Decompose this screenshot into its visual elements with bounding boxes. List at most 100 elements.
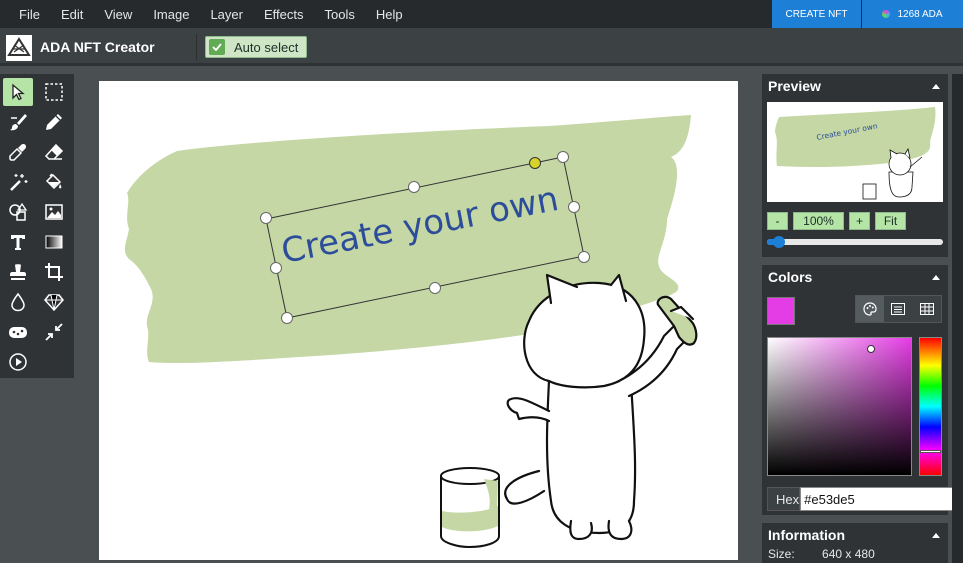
paint-can: [440, 467, 500, 549]
cat-illustration: [504, 273, 698, 541]
checkmark-icon: [209, 39, 225, 55]
sharpen-tool[interactable]: [39, 288, 69, 316]
pencil-tool[interactable]: [39, 108, 69, 136]
create-nft-button[interactable]: CREATE NFT: [772, 0, 861, 28]
information-panel: Information Size: 640 x 480: [762, 523, 948, 563]
menu-file[interactable]: File: [8, 7, 50, 22]
zoom-out-button[interactable]: -: [767, 212, 788, 230]
blur-tool[interactable]: [3, 288, 33, 316]
current-color-swatch[interactable]: [767, 297, 795, 325]
list-mode-button[interactable]: [884, 296, 912, 322]
menu-view[interactable]: View: [93, 7, 142, 22]
zoom-slider-track: [767, 239, 943, 245]
dashed-rect-icon: [45, 83, 63, 101]
attributes-bar: Auto select: [196, 34, 310, 60]
pick-color-tool[interactable]: [3, 138, 33, 166]
text-tool[interactable]: [3, 228, 33, 256]
right-sidebar: Preview Create your own - 100% + Fit Col…: [762, 74, 963, 563]
colors-body: Hex: [762, 289, 963, 517]
stamp-icon: [10, 264, 26, 280]
zoom-slider[interactable]: [767, 236, 943, 248]
shrink-arrows-icon: [45, 323, 63, 341]
size-label: Size:: [768, 547, 795, 561]
list-icon: [891, 303, 906, 315]
hue-slider-marker[interactable]: [920, 450, 941, 453]
color-mode-switcher: [855, 295, 942, 323]
hue-slider[interactable]: [919, 337, 942, 476]
preview-panel: Preview Create your own - 100% + Fit: [762, 74, 948, 257]
collapse-arrow-icon: [932, 274, 940, 280]
auto-select-label: Auto select: [234, 39, 299, 55]
preview-panel-header[interactable]: Preview: [762, 74, 948, 98]
erase-tool[interactable]: [39, 138, 69, 166]
palette-mode-button[interactable]: [856, 296, 885, 322]
menu-image[interactable]: Image: [142, 7, 199, 22]
app-logo-icon: [6, 35, 32, 61]
preview-thumbnail[interactable]: Create your own: [767, 102, 943, 202]
resize-handle[interactable]: [281, 312, 293, 324]
color-picker-cursor[interactable]: [867, 345, 875, 353]
brush-tool[interactable]: [3, 108, 33, 136]
ada-balance-button[interactable]: 1268 ADA: [862, 0, 963, 28]
grid-mode-button[interactable]: [913, 296, 941, 322]
main-menu: File Edit View Image Layer Effects Tools Help: [8, 0, 413, 28]
menu-layer[interactable]: Layer: [199, 7, 253, 22]
menu-bar: File Edit View Image Layer Effects Tools Help C…: [0, 0, 963, 28]
select-tool[interactable]: [3, 78, 33, 106]
hex-field: Hex: [767, 487, 963, 511]
eraser-icon: [44, 143, 64, 160]
magic-erase-tool[interactable]: [3, 168, 33, 196]
zoom-fit-button[interactable]: Fit: [875, 212, 906, 230]
shape-tool[interactable]: [3, 198, 33, 226]
menu-effects[interactable]: Effects: [253, 7, 314, 22]
auto-select-toggle[interactable]: Auto select: [205, 36, 308, 58]
collapse-arrow-icon: [932, 83, 940, 89]
information-title: Information: [768, 527, 845, 543]
clone-tool[interactable]: [3, 258, 33, 286]
menu-tools[interactable]: Tools: [314, 7, 365, 22]
bulge-tool[interactable]: [3, 318, 33, 346]
image-icon: [45, 204, 63, 220]
cursor-icon: [12, 83, 25, 101]
preview-title: Preview: [768, 78, 821, 94]
information-panel-header[interactable]: Information: [762, 523, 948, 547]
zoom-level[interactable]: 100%: [793, 212, 844, 230]
media-tool[interactable]: [39, 198, 69, 226]
menu-edit[interactable]: Edit: [50, 7, 93, 22]
resize-handle[interactable]: [408, 181, 420, 193]
resize-handle[interactable]: [557, 151, 569, 163]
resize-handle[interactable]: [568, 201, 580, 213]
selection-tool[interactable]: [39, 78, 69, 106]
hex-label: Hex: [767, 487, 801, 511]
eyedropper-icon: [9, 144, 26, 161]
menu-help[interactable]: Help: [365, 7, 413, 22]
resize-handle[interactable]: [270, 262, 282, 274]
drop-icon: [11, 292, 25, 312]
colors-panel-header[interactable]: Colors: [762, 265, 948, 289]
zoom-controls: - 100% + Fit: [762, 202, 948, 234]
hex-input[interactable]: [800, 487, 963, 511]
resize-handle[interactable]: [578, 251, 590, 263]
pencil-icon: [46, 114, 62, 130]
paint-bucket-icon: [45, 173, 62, 190]
zoom-in-button[interactable]: +: [849, 212, 870, 230]
sidebar-scrollbar[interactable]: [952, 74, 963, 563]
zoom-slider-thumb[interactable]: [773, 236, 785, 248]
colors-title: Colors: [768, 269, 813, 285]
rotate-handle[interactable]: [529, 157, 541, 169]
resize-handle[interactable]: [260, 212, 272, 224]
drawing-canvas[interactable]: Create your own: [99, 81, 738, 560]
fill-tool[interactable]: [39, 168, 69, 196]
crop-tool[interactable]: [39, 258, 69, 286]
resize-tool[interactable]: [39, 318, 69, 346]
shapes-icon: [9, 202, 28, 221]
sponge-icon: [9, 327, 27, 338]
gradient-tool[interactable]: [39, 228, 69, 256]
app-title: ADA NFT Creator: [40, 39, 155, 55]
saturation-value-picker[interactable]: [767, 337, 912, 476]
information-body: Size: 640 x 480: [762, 547, 948, 563]
resize-handle[interactable]: [429, 282, 441, 294]
brush-icon: [10, 114, 27, 131]
animation-tool[interactable]: [3, 348, 33, 376]
diamond-icon: [44, 294, 64, 312]
